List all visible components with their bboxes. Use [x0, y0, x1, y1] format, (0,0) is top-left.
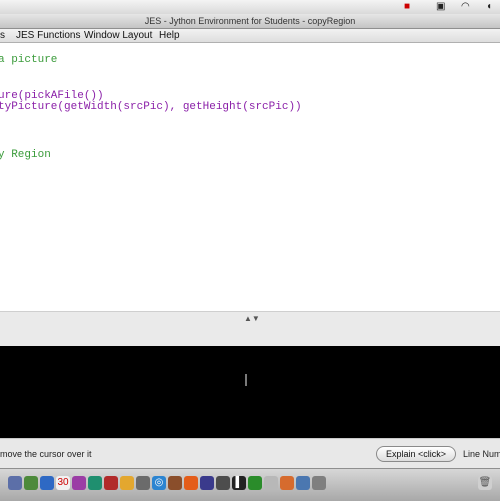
safari-icon[interactable]: ◎ — [152, 476, 166, 490]
menu-item-file[interactable]: s — [0, 29, 5, 42]
trash-icon[interactable]: 🗑 — [478, 476, 492, 490]
calendar-icon[interactable]: 30 — [56, 476, 70, 490]
wifi-icon[interactable]: ◠ — [461, 1, 470, 13]
flag-icon[interactable]: ■ — [404, 1, 410, 13]
menu-item-jes-functions[interactable]: JES Functions — [16, 29, 80, 42]
status-bar: move the cursor over it Explain <click> … — [0, 438, 500, 469]
code-line-4: y Region — [0, 149, 51, 161]
code-line-1: a picture — [0, 54, 58, 66]
app-7[interactable] — [104, 476, 118, 490]
explain-button[interactable]: Explain <click> — [376, 446, 456, 462]
divider-grip-icon[interactable]: ▲▼ — [244, 314, 260, 323]
app-11[interactable] — [168, 476, 182, 490]
app-14[interactable] — [216, 476, 230, 490]
menu-item-help[interactable]: Help — [159, 29, 180, 42]
firefox-icon[interactable] — [184, 476, 198, 490]
control-icon[interactable]: ▣ — [436, 1, 445, 13]
app-8[interactable] — [120, 476, 134, 490]
app-17[interactable] — [264, 476, 278, 490]
menu-item-window-layout[interactable]: Window Layout — [84, 29, 152, 42]
app-2[interactable] — [24, 476, 38, 490]
volume-icon[interactable]: ◖ — [486, 1, 492, 13]
app-18[interactable] — [280, 476, 294, 490]
app-9[interactable] — [136, 476, 150, 490]
status-hint: move the cursor over it — [0, 449, 92, 459]
code-editor[interactable]: a picture ure(pickAFile()) tyPicture(get… — [0, 43, 500, 311]
command-console[interactable] — [0, 346, 500, 438]
text-cursor — [245, 374, 247, 386]
app-20[interactable] — [312, 476, 326, 490]
window-title: JES - Jython Environment for Students - … — [144, 16, 356, 26]
app-3[interactable] — [40, 476, 54, 490]
line-number-label: Line Num — [463, 449, 500, 459]
app-1[interactable] — [8, 476, 22, 490]
app-16[interactable] — [248, 476, 262, 490]
app-6[interactable] — [88, 476, 102, 490]
dock: 30 ◎ ▌ 🗑 — [0, 468, 500, 501]
app-5[interactable] — [72, 476, 86, 490]
app-19[interactable] — [296, 476, 310, 490]
system-menubar: ■ ▣ ◠ ◖ — [0, 0, 500, 15]
pane-divider[interactable]: ▲▼ — [0, 311, 500, 347]
window-titlebar[interactable]: JES - Jython Environment for Students - … — [0, 14, 500, 29]
code-line-3: tyPicture(getWidth(srcPic), getHeight(sr… — [0, 101, 302, 113]
app-13[interactable] — [200, 476, 214, 490]
app-menu-bar: s JES Functions Window Layout Help — [0, 29, 500, 43]
terminal-icon[interactable]: ▌ — [232, 476, 246, 490]
